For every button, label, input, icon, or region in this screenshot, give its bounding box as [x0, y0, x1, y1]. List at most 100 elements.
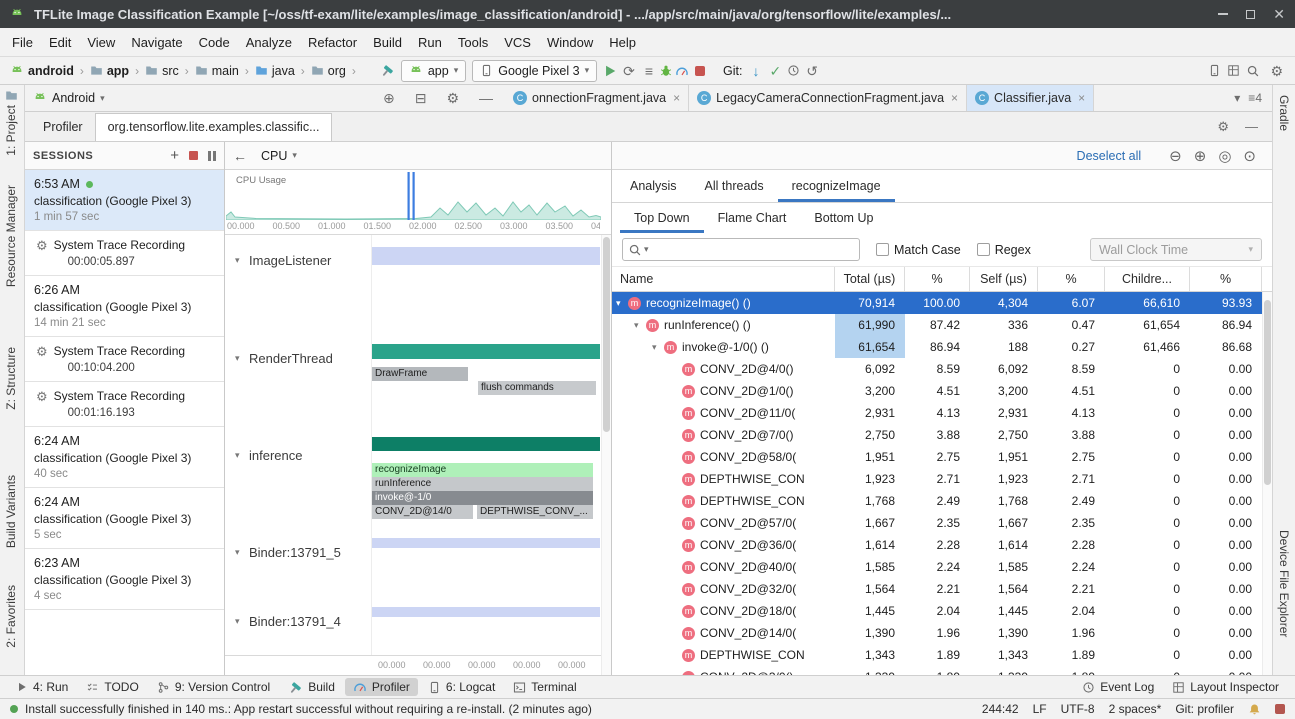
- menu-item-view[interactable]: View: [79, 35, 123, 50]
- expand-arrow-icon[interactable]: ▾: [616, 298, 628, 309]
- tool-button-gradle[interactable]: Gradle: [1277, 95, 1291, 131]
- table-row[interactable]: ▾minvoke@-1/0() ()61,65486.941880.2761,4…: [612, 336, 1262, 358]
- menu-item-code[interactable]: Code: [191, 35, 238, 50]
- column-header-name[interactable]: Name: [612, 267, 835, 291]
- run-configurations-icon[interactable]: ≡: [641, 64, 657, 78]
- breadcrumb-org[interactable]: org: [309, 64, 348, 78]
- table-scrollbar[interactable]: [1262, 292, 1272, 675]
- close-tab-icon[interactable]: ×: [673, 91, 680, 105]
- session-item[interactable]: 6:24 AMclassification (Google Pixel 3)5 …: [25, 488, 224, 549]
- menu-item-run[interactable]: Run: [410, 35, 450, 50]
- status-git-branch[interactable]: Git: profiler: [1175, 702, 1234, 716]
- subtab-flame-chart[interactable]: Flame Chart: [704, 203, 801, 233]
- tool-window-button-terminal[interactable]: Terminal: [505, 678, 584, 696]
- git-update-icon[interactable]: ↓: [748, 64, 763, 78]
- table-row[interactable]: mCONV_2D@14/0(1,3901.961,3901.9600.00: [612, 622, 1262, 644]
- table-row[interactable]: mDEPTHWISE_CON1,3431.891,3431.8900.00: [612, 644, 1262, 666]
- breadcrumb-android[interactable]: android: [8, 64, 76, 78]
- tab-recognizeimage[interactable]: recognizeImage: [778, 170, 895, 202]
- tool-button-device-file-explorer[interactable]: Device File Explorer: [1277, 530, 1291, 637]
- table-row[interactable]: mCONV_2D@58/0(1,9512.751,9512.7500.00: [612, 446, 1262, 468]
- trace-recording-item[interactable]: ⚙System Trace Recording00:00:05.897: [25, 231, 224, 276]
- git-rollback-icon[interactable]: ↺: [802, 64, 822, 78]
- tool-button-1-project[interactable]: 1: Project: [4, 105, 18, 156]
- tool-window-button-4-run[interactable]: 4: Run: [8, 678, 76, 696]
- project-tool-header[interactable]: Android ▾ ⊕⊟⚙—: [25, 85, 505, 111]
- search-field[interactable]: ▾: [622, 238, 860, 261]
- hide-panel-icon[interactable]: —: [475, 91, 497, 105]
- trace-event-bar[interactable]: flush commands: [478, 381, 596, 395]
- thread-state-bar[interactable]: [372, 437, 600, 451]
- table-row[interactable]: mDEPTHWISE_CON1,7682.491,7682.4900.00: [612, 490, 1262, 512]
- menu-item-file[interactable]: File: [4, 35, 41, 50]
- table-row[interactable]: mCONV_2D@36/0(1,6142.281,6142.2800.00: [612, 534, 1262, 556]
- table-row[interactable]: mCONV_2D@11/0(2,9314.132,9314.1300.00: [612, 402, 1262, 424]
- cpu-scrollbar[interactable]: [601, 235, 611, 675]
- subtab-bottom-up[interactable]: Bottom Up: [800, 203, 887, 233]
- breadcrumb-app[interactable]: app: [88, 64, 131, 78]
- collapse-thread-icon[interactable]: ▾: [235, 450, 240, 461]
- collapse-sessions-icon[interactable]: [208, 151, 216, 161]
- expand-arrow-icon[interactable]: ▾: [634, 320, 646, 331]
- tool-window-button-9-version-control[interactable]: 9: Version Control: [149, 678, 278, 696]
- close-tab-icon[interactable]: ×: [951, 91, 958, 105]
- tab-list-icon[interactable]: ▾: [1234, 91, 1240, 105]
- session-item[interactable]: 6:23 AMclassification (Google Pixel 3)4 …: [25, 549, 224, 610]
- column-header--2[interactable]: %: [905, 267, 970, 291]
- trace-event-bar[interactable]: runInference: [372, 477, 593, 491]
- run-play-icon[interactable]: [603, 64, 617, 78]
- status-indent-style[interactable]: 2 spaces*: [1109, 702, 1162, 716]
- table-row[interactable]: mCONV_2D@7/0()2,7503.882,7503.8800.00: [612, 424, 1262, 446]
- menu-item-navigate[interactable]: Navigate: [123, 35, 190, 50]
- tool-window-button-layout-inspector[interactable]: Layout Inspector: [1164, 678, 1287, 696]
- table-row[interactable]: mDEPTHWISE_CON1,9232.711,9232.7100.00: [612, 468, 1262, 490]
- expand-arrow-icon[interactable]: ▾: [652, 342, 664, 353]
- status-caret-position[interactable]: 244:42: [982, 702, 1019, 716]
- session-item[interactable]: 6:53 AMclassification (Google Pixel 3)1 …: [25, 170, 224, 231]
- status-message[interactable]: Install successfully finished in 140 ms.…: [25, 702, 592, 716]
- subtab-top-down[interactable]: Top Down: [620, 203, 704, 233]
- profiler-settings-gear-icon[interactable]: ⚙: [1217, 119, 1229, 135]
- breadcrumb-src[interactable]: src: [143, 64, 181, 78]
- table-row[interactable]: mCONV_2D@32/0(1,5642.211,5642.2100.00: [612, 578, 1262, 600]
- profiler-tab-org-tensorflow-l[interactable]: org.tensorflow.lite.examples.classific..…: [95, 113, 333, 141]
- tool-button-build-variants[interactable]: Build Variants: [4, 475, 18, 548]
- thread-state-bar[interactable]: [372, 607, 600, 617]
- git-history-icon[interactable]: [787, 64, 800, 77]
- trace-recording-item[interactable]: ⚙System Trace Recording00:01:16.193: [25, 382, 224, 427]
- column-header--6[interactable]: %: [1190, 267, 1262, 291]
- deselect-all-link[interactable]: Deselect all: [1077, 149, 1142, 163]
- stop-recording-icon[interactable]: [189, 151, 198, 160]
- trace-event-bar[interactable]: CONV_2D@14/0: [372, 505, 473, 519]
- session-item[interactable]: 6:24 AMclassification (Google Pixel 3)40…: [25, 427, 224, 488]
- column-header-childre-5[interactable]: Childre...: [1105, 267, 1190, 291]
- tool-window-button-todo[interactable]: TODO: [78, 678, 146, 696]
- device-select[interactable]: Google Pixel 3 ▾: [472, 60, 597, 82]
- table-row[interactable]: mCONV_2D@1/0()3,2004.513,2004.5100.00: [612, 380, 1262, 402]
- zoom-out-icon[interactable]: ⊖: [1169, 147, 1182, 165]
- collapse-all-icon[interactable]: ⊟: [411, 91, 431, 105]
- maximize-button[interactable]: [1246, 10, 1255, 19]
- regex-option[interactable]: Regex: [977, 243, 1031, 257]
- editor-tab-legacycameraconnectionfragment-java[interactable]: CLegacyCameraConnectionFragment.java×: [689, 85, 967, 111]
- run-configuration-select[interactable]: app ▾: [401, 60, 466, 82]
- collapse-thread-icon[interactable]: ▾: [235, 616, 240, 627]
- table-row[interactable]: mCONV_2D@57/0(1,6672.351,6672.3500.00: [612, 512, 1262, 534]
- settings-icon[interactable]: ⚙: [442, 91, 463, 105]
- trace-event-bar[interactable]: DrawFrame: [372, 367, 468, 381]
- match-case-option[interactable]: Match Case: [876, 243, 961, 257]
- hidden-tabs-button[interactable]: ≡4: [1248, 91, 1262, 105]
- tool-button-z-structure[interactable]: Z: Structure: [4, 347, 18, 410]
- table-scrollbar-thumb[interactable]: [1264, 300, 1271, 485]
- menu-item-window[interactable]: Window: [539, 35, 601, 50]
- match-case-checkbox[interactable]: [876, 243, 889, 256]
- profiler-tab-profiler[interactable]: Profiler: [31, 114, 95, 141]
- column-header-self-s-3[interactable]: Self (µs): [970, 267, 1038, 291]
- search-options-chevron-icon[interactable]: ▾: [644, 244, 649, 255]
- menu-item-analyze[interactable]: Analyze: [238, 35, 300, 50]
- profile-icon[interactable]: [675, 64, 689, 78]
- menu-item-tools[interactable]: Tools: [450, 35, 496, 50]
- tool-window-button-build[interactable]: Build: [280, 678, 343, 697]
- column-header--4[interactable]: %: [1038, 267, 1105, 291]
- tab-analysis[interactable]: Analysis: [616, 170, 691, 202]
